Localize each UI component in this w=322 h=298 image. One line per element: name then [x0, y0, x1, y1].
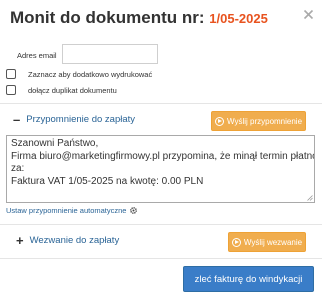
copy-checkbox-label: Zaznacz aby dodatkowo wydrukować	[28, 69, 153, 79]
play-circle-icon	[214, 116, 224, 126]
demand-section-title: Wezwanie do zapłaty	[29, 235, 120, 246]
dialog-title: Monit do dokumentu nr: 1/05-2025	[10, 8, 268, 28]
copy-checkbox-row[interactable]: Zaznacz aby dodatkowo wydrukować	[6, 68, 152, 80]
play-circle-icon	[231, 237, 241, 247]
email-label: Adres email	[17, 51, 57, 60]
divider	[0, 224, 322, 225]
message-line: Firma biuro@marketingfirmowy.pl przypomi…	[11, 150, 315, 162]
send-reminder-button[interactable]: Wyślij przypomnienie	[211, 111, 306, 131]
gear-icon	[130, 207, 138, 214]
reminder-section-title: Przypomnienie do zapłaty	[26, 114, 136, 125]
monit-dialog: Monit do dokumentu nr: 1/05-2025 Adres e…	[0, 0, 322, 298]
dialog-header: Monit do dokumentu nr: 1/05-2025	[0, 0, 322, 36]
reminder-section-toggle[interactable]: – Przypomnienie do zapłaty	[13, 113, 135, 126]
debt-collection-button[interactable]: zleć fakturę do windykacji	[183, 266, 314, 292]
resize-handle-icon[interactable]	[307, 195, 313, 201]
dialog-title-text: Monit do dokumentu nr:	[10, 8, 205, 27]
auto-reminder-link[interactable]: Ustaw przypomnienie automatyczne	[6, 206, 138, 215]
duplicate-checkbox-row[interactable]: dołącz duplikat dokumentu	[6, 84, 117, 96]
expand-icon: +	[16, 233, 24, 248]
divider	[0, 258, 322, 259]
auto-reminder-label: Ustaw przypomnienie automatyczne	[6, 206, 127, 215]
send-reminder-label: Wyślij przypomnienie	[226, 116, 303, 126]
demand-section-toggle[interactable]: + Wezwanie do zapłaty	[16, 234, 119, 247]
message-line: za:	[11, 163, 25, 174]
email-input[interactable]	[62, 44, 158, 64]
copy-checkbox[interactable]	[6, 69, 16, 79]
message-line: Szanowni Państwo,	[11, 138, 99, 149]
send-demand-label: Wyślij wezwanie	[243, 237, 303, 247]
divider	[0, 103, 322, 104]
duplicate-checkbox-label: dołącz duplikat dokumentu	[28, 85, 117, 95]
debt-collection-label: zleć fakturę do windykacji	[194, 273, 303, 285]
close-icon[interactable]	[303, 9, 314, 20]
collapse-icon: –	[13, 112, 21, 127]
document-number: 1/05-2025	[209, 11, 268, 26]
duplicate-checkbox[interactable]	[6, 85, 16, 95]
reminder-message-textarea[interactable]: Szanowni Państwo, Firma biuro@marketingf…	[6, 135, 315, 203]
message-line: Faktura VAT 1/05-2025 na kwotę: 0.00 PLN	[11, 175, 204, 187]
send-demand-button[interactable]: Wyślij wezwanie	[228, 232, 306, 252]
